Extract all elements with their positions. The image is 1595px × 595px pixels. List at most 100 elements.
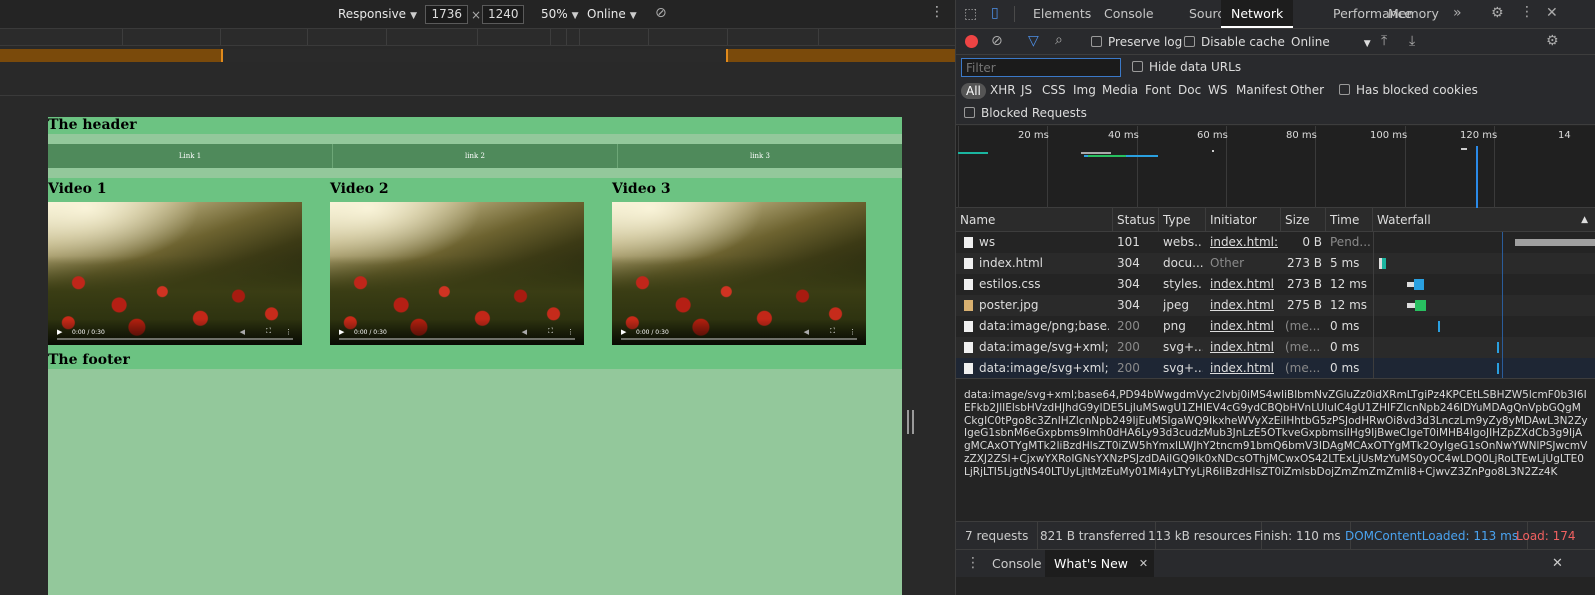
disable-cache-checkbox[interactable]: Disable cache <box>1184 35 1285 49</box>
more-icon[interactable]: ⋮ <box>285 328 292 336</box>
preserve-log-checkbox[interactable]: Preserve log <box>1091 35 1182 49</box>
col-size[interactable]: Size <box>1281 208 1326 232</box>
inspect-element-icon[interactable]: ⬚ <box>964 6 977 22</box>
play-icon[interactable]: ▶ <box>339 328 344 336</box>
nav-link-2[interactable]: link 2 <box>333 144 618 168</box>
request-initiator[interactable]: index.html <box>1210 295 1278 316</box>
tab-elements[interactable]: Elements <box>1023 0 1101 28</box>
overview-bar <box>958 152 988 154</box>
request-initiator: Other <box>1210 256 1245 270</box>
network-overview-timeline[interactable]: 20 ms 40 ms 60 ms 80 ms 100 ms 120 ms 14 <box>956 126 1595 208</box>
close-icon[interactable]: ✕ <box>1546 5 1558 21</box>
search-icon[interactable]: ⌕ <box>1055 32 1063 48</box>
gear-icon[interactable]: ⚙ <box>1491 5 1504 21</box>
request-type: docu... <box>1163 256 1203 270</box>
col-type[interactable]: Type <box>1159 208 1206 232</box>
tab-network[interactable]: Network <box>1221 0 1294 28</box>
filter-type-xhr[interactable]: XHR <box>990 83 1016 97</box>
fullscreen-icon[interactable]: ⛶ <box>266 327 271 336</box>
col-name[interactable]: Name <box>956 208 1113 232</box>
volume-icon[interactable]: ◀ <box>240 328 245 336</box>
table-row[interactable]: data:image/png;base... 200 png index.htm… <box>956 316 1595 337</box>
network-throttle-select[interactable]: Online ▼ <box>1291 35 1371 49</box>
more-icon[interactable]: ⋮ <box>849 328 856 336</box>
device-select[interactable]: Responsive ▼ <box>338 7 417 21</box>
nav-link-3[interactable]: link 3 <box>618 144 902 168</box>
request-initiator[interactable]: index.html:... <box>1210 232 1278 253</box>
filter-type-js[interactable]: JS <box>1021 83 1032 97</box>
record-icon[interactable] <box>965 35 978 48</box>
drawer-tab-whats-new[interactable]: What's New ✕ <box>1045 550 1155 577</box>
media-query-bar[interactable] <box>0 49 955 62</box>
file-icon <box>964 258 973 269</box>
request-initiator[interactable]: index.html <box>1210 274 1278 295</box>
close-drawer-icon[interactable]: ✕ <box>1552 550 1563 577</box>
more-options-icon[interactable]: ⋮ <box>930 4 944 20</box>
more-icon[interactable]: ⋮ <box>567 328 574 336</box>
zoom-select[interactable]: 50% ▼ <box>541 7 579 21</box>
export-har-icon[interactable]: ⤓ <box>1409 33 1415 49</box>
media-query-segment[interactable] <box>0 49 223 62</box>
has-blocked-cookies-checkbox[interactable]: Has blocked cookies <box>1339 83 1478 97</box>
checkbox-icon <box>1184 36 1195 47</box>
volume-icon[interactable]: ◀ <box>804 328 809 336</box>
table-row[interactable]: index.html 304 docu... Other 273 B 5 ms <box>956 253 1595 274</box>
video-player[interactable]: ▶ 0:00 / 0:30 ◀ ⛶ ⋮ <box>330 202 584 345</box>
col-waterfall[interactable]: Waterfall ▲ <box>1373 208 1595 232</box>
table-row-selected[interactable]: data:image/svg+xml;... 200 svg+... index… <box>956 358 1595 379</box>
hide-data-urls-checkbox[interactable]: Hide data URLs <box>1132 60 1241 74</box>
close-icon[interactable]: ✕ <box>1139 550 1148 577</box>
filter-type-doc[interactable]: Doc <box>1178 83 1201 97</box>
throttle-select[interactable]: Online ▼ <box>587 7 637 21</box>
col-time[interactable]: Time <box>1326 208 1373 232</box>
video-player[interactable]: ▶ 0:00 / 0:30 ◀ ⛶ ⋮ <box>48 202 302 345</box>
gear-icon[interactable]: ⚙ <box>1546 33 1559 49</box>
video-progress-track[interactable] <box>339 338 575 340</box>
volume-icon[interactable]: ◀ <box>522 328 527 336</box>
request-initiator[interactable]: index.html <box>1210 316 1278 337</box>
filter-icon[interactable]: ▽ <box>1028 33 1039 49</box>
drawer-tab-console[interactable]: Console <box>983 550 1051 577</box>
blocked-requests-checkbox[interactable]: Blocked Requests <box>964 106 1087 120</box>
drawer-menu-icon[interactable]: ⋮ <box>966 550 980 577</box>
network-summary-bar: 7 requests 821 B transferred 113 kB reso… <box>956 521 1595 550</box>
fullscreen-icon[interactable]: ⛶ <box>830 327 835 336</box>
video-progress-track[interactable] <box>57 338 293 340</box>
table-row[interactable]: poster.jpg 304 jpeg index.html 275 B 12 … <box>956 295 1595 316</box>
filter-type-manifest[interactable]: Manifest <box>1236 83 1287 97</box>
tab-memory[interactable]: Memory <box>1378 0 1449 28</box>
filter-type-media[interactable]: Media <box>1102 83 1138 97</box>
play-icon[interactable]: ▶ <box>621 328 626 336</box>
video-player[interactable]: ▶ 0:00 / 0:30 ◀ ⛶ ⋮ <box>612 202 866 345</box>
height-input[interactable]: 1240 <box>482 5 524 24</box>
rotate-icon[interactable]: ⊘ <box>655 5 667 21</box>
col-status[interactable]: Status <box>1113 208 1159 232</box>
nav-link-1[interactable]: Link 1 <box>48 144 333 168</box>
import-har-icon[interactable]: ⤒ <box>1381 33 1387 49</box>
device-toggle-icon[interactable]: ▯ <box>991 5 999 21</box>
more-options-icon[interactable]: ⋮ <box>1520 4 1534 20</box>
request-initiator[interactable]: index.html <box>1210 358 1278 379</box>
filter-type-all[interactable]: All <box>961 83 986 99</box>
filter-input[interactable] <box>961 58 1121 77</box>
table-row[interactable]: data:image/svg+xml;... 200 svg+... index… <box>956 337 1595 358</box>
table-row[interactable]: estilos.css 304 styles... index.html 273… <box>956 274 1595 295</box>
clear-icon[interactable]: ⊘ <box>991 33 1003 49</box>
filter-type-other[interactable]: Other <box>1290 83 1324 97</box>
video-progress-track[interactable] <box>621 338 857 340</box>
filter-type-img[interactable]: Img <box>1073 83 1096 97</box>
play-icon[interactable]: ▶ <box>57 328 62 336</box>
filter-type-ws[interactable]: WS <box>1208 83 1227 97</box>
media-query-segment[interactable] <box>726 49 955 62</box>
width-input[interactable]: 1736 <box>425 5 468 24</box>
page-footer: The footer <box>48 352 902 369</box>
filter-type-css[interactable]: CSS <box>1042 83 1066 97</box>
tab-console[interactable]: Console <box>1094 0 1164 28</box>
table-row[interactable]: ws 101 webs... index.html:... 0 B Pend..… <box>956 232 1595 253</box>
filter-type-font[interactable]: Font <box>1145 83 1171 97</box>
request-initiator[interactable]: index.html <box>1210 337 1278 358</box>
col-initiator[interactable]: Initiator <box>1206 208 1281 232</box>
fullscreen-icon[interactable]: ⛶ <box>548 327 553 336</box>
more-tabs-icon[interactable]: » <box>1453 5 1462 21</box>
resize-handle[interactable] <box>907 410 914 434</box>
